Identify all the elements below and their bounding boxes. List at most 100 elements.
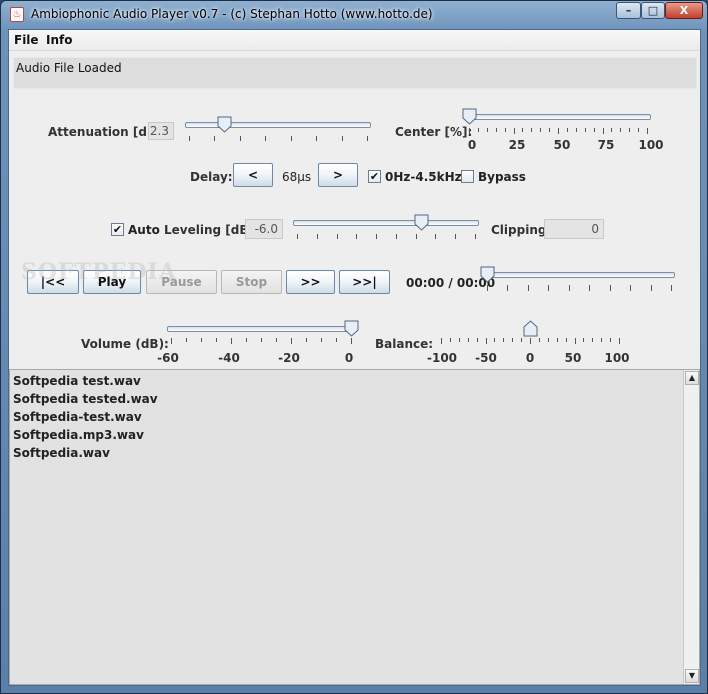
minimize-button[interactable]: –: [616, 2, 641, 19]
center-tick-25: 25: [508, 138, 526, 152]
slider-tick: [583, 338, 585, 342]
slider-tick: [538, 338, 540, 342]
slider-tick: [336, 338, 337, 342]
maximize-button[interactable]: □: [641, 2, 665, 19]
slider-tick: [549, 128, 551, 132]
slider-tick: [231, 338, 232, 344]
slider-tick: [522, 128, 524, 132]
menu-file[interactable]: File: [14, 33, 39, 47]
slider-tick: [415, 234, 417, 239]
slider-tick: [477, 128, 479, 132]
slider-thumb[interactable]: [414, 214, 429, 231]
slider-tick: [584, 128, 586, 132]
auto-checkbox[interactable]: ✔: [111, 223, 124, 236]
slider-tick: [455, 234, 457, 239]
slider-tick: [638, 128, 640, 132]
slider-tick: [487, 285, 488, 291]
slider-tick: [341, 136, 343, 141]
slider-tick: [647, 128, 648, 134]
slider-tick: [276, 338, 277, 342]
slider-tick: [290, 136, 292, 141]
close-button[interactable]: X: [665, 2, 703, 19]
java-app-icon: ♨: [10, 7, 24, 22]
forward-button[interactable]: >>: [286, 270, 335, 294]
playlist-scrollbar[interactable]: ▲ ▼: [683, 370, 699, 684]
slider-tick: [351, 338, 352, 344]
balance-tick-50: 50: [564, 351, 582, 365]
bypass-checkbox[interactable]: [461, 170, 474, 183]
client-area: File Info Audio File Loaded Attenuation …: [8, 29, 701, 686]
playlist-item[interactable]: Softpedia.mp3.wav: [13, 428, 144, 442]
slider-thumb[interactable]: [344, 320, 359, 337]
slider-tick: [291, 338, 292, 344]
slider-tick: [593, 128, 595, 132]
slider-tick: [321, 338, 322, 342]
delay-decrease-button[interactable]: <: [233, 163, 273, 187]
playlist-item[interactable]: Softpedia.wav: [13, 446, 110, 460]
playlist[interactable]: Softpedia test.wav Softpedia tested.wav …: [9, 369, 700, 685]
playlist-item[interactable]: Softpedia test.wav: [13, 374, 141, 388]
scroll-down-icon[interactable]: ▼: [685, 669, 699, 683]
last-track-button[interactable]: >>|: [339, 270, 390, 294]
attenuation-slider[interactable]: [185, 114, 371, 144]
volume-tick-40: -40: [218, 351, 240, 365]
clipping-label: Clipping:: [491, 223, 552, 237]
volume-slider[interactable]: [167, 320, 358, 348]
slider-tick: [589, 285, 591, 291]
playlist-item[interactable]: Softpedia tested.wav: [13, 392, 158, 406]
slider-tick: [336, 234, 338, 239]
slider-tick: [475, 234, 476, 239]
attenuation-value: 2.3: [148, 122, 174, 140]
center-tick-100: 100: [638, 138, 664, 152]
slider-tick: [469, 128, 470, 134]
leveling-slider[interactable]: [293, 212, 479, 242]
delay-increase-button[interactable]: >: [318, 163, 358, 187]
slider-tick: [476, 338, 478, 342]
scroll-up-icon[interactable]: ▲: [685, 371, 699, 385]
menu-bar: File Info: [9, 30, 700, 51]
slider-tick: [650, 285, 652, 291]
slider-tick: [602, 128, 604, 134]
app-window: ♨ Ambiophonic Audio Player v0.7 - (c) St…: [0, 0, 708, 694]
delay-value: 68µs: [282, 170, 312, 184]
slider-tick: [306, 338, 307, 342]
volume-tick-20: -20: [278, 351, 300, 365]
slider-tick: [630, 285, 632, 291]
slider-tick: [507, 285, 509, 291]
slider-tick: [495, 128, 497, 132]
slider-thumb[interactable]: [480, 266, 495, 283]
slider-tick: [186, 338, 187, 342]
stop-button[interactable]: Stop: [221, 270, 282, 294]
slider-tick: [214, 136, 216, 141]
slider-tick: [530, 338, 531, 344]
slider-tick: [521, 338, 523, 342]
slider-tick: [171, 338, 172, 344]
slider-tick: [189, 136, 190, 141]
slider-tick: [547, 338, 549, 342]
menu-info[interactable]: Info: [46, 33, 72, 47]
slider-tick: [316, 234, 318, 239]
slider-tick: [566, 128, 568, 132]
volume-label: Volume (dB):: [81, 337, 169, 351]
center-label: Center [%]:: [395, 125, 473, 139]
slider-thumb[interactable]: [217, 116, 232, 133]
slider-thumb[interactable]: [523, 320, 538, 337]
leveling-value: -6.0: [245, 219, 283, 239]
balance-slider[interactable]: [437, 320, 623, 348]
slider-tick: [261, 338, 262, 342]
slider-tick: [504, 128, 506, 132]
slider-tick: [265, 136, 267, 141]
position-slider[interactable]: [480, 264, 675, 296]
slider-tick: [671, 285, 672, 291]
auto-label: Auto: [128, 223, 160, 237]
center-tick-75: 75: [597, 138, 615, 152]
bypass-label: Bypass: [478, 170, 526, 184]
title-bar[interactable]: ♨ Ambiophonic Audio Player v0.7 - (c) St…: [1, 1, 707, 29]
slider-thumb[interactable]: [462, 108, 477, 125]
window-title: Ambiophonic Audio Player v0.7 - (c) Step…: [31, 7, 433, 21]
playlist-item[interactable]: Softpedia-test.wav: [13, 410, 142, 424]
slider-tick: [575, 128, 577, 132]
slider-tick: [494, 338, 496, 342]
filter-checkbox[interactable]: ✔: [368, 170, 381, 183]
slider-tick: [297, 234, 298, 239]
